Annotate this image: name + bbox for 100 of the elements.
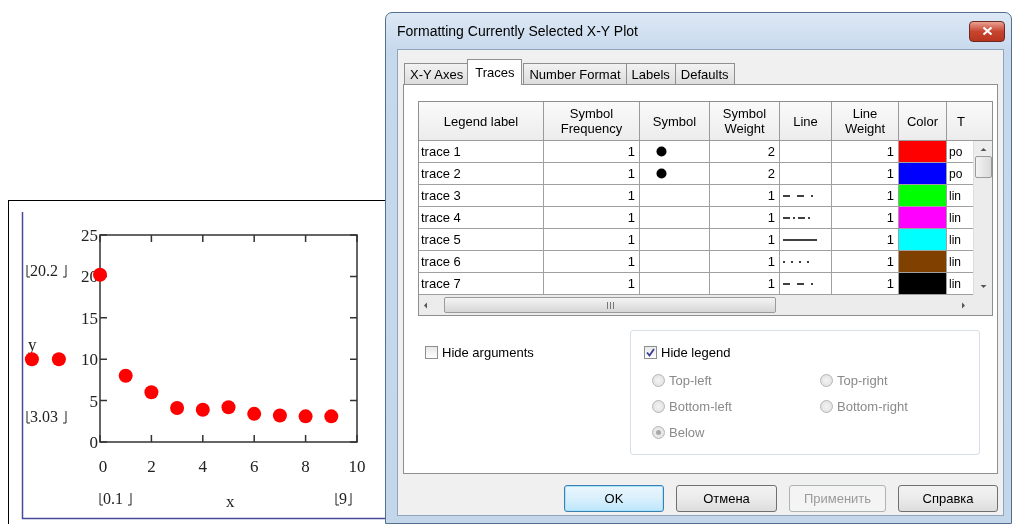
table-cell: 1: [544, 229, 640, 251]
table-cell: lin: [947, 185, 973, 207]
scroll-down-icon[interactable]: [978, 282, 988, 291]
line-style-icon: [783, 280, 813, 287]
table-cell: po: [947, 163, 973, 185]
table-cell: 1: [544, 141, 640, 163]
column-header[interactable]: Color: [899, 102, 947, 141]
column-header[interactable]: Symbol: [640, 102, 710, 141]
data-point: [170, 401, 185, 416]
close-icon: [981, 26, 993, 36]
table-cell: trace 2: [419, 163, 544, 185]
color-swatch[interactable]: [899, 229, 947, 251]
table-cell: [640, 229, 710, 251]
table-cell: 1: [710, 251, 780, 273]
table-cell: lin: [947, 229, 973, 251]
data-point: [24, 352, 39, 367]
tab[interactable]: Labels: [625, 63, 676, 85]
axis-label: x: [226, 492, 235, 511]
dialog-button[interactable]: Отмена: [676, 485, 777, 512]
dialog-button[interactable]: OK: [564, 485, 664, 512]
tick-label: 15: [81, 308, 98, 328]
range-limit-label[interactable]: 0.1: [99, 490, 132, 507]
checkbox-label: Hide arguments: [442, 345, 534, 360]
data-point: [298, 409, 313, 424]
data-point: [118, 368, 133, 383]
table-cell: 1: [544, 251, 640, 273]
table-cell: lin: [947, 207, 973, 229]
tick-label: 6: [249, 457, 259, 476]
color-swatch[interactable]: [899, 141, 947, 163]
dialog-button[interactable]: Справка: [898, 485, 998, 512]
table-cell: [640, 251, 710, 273]
tick-label: 8: [301, 457, 310, 476]
color-swatch[interactable]: [899, 273, 947, 295]
scroll-left-icon[interactable]: [421, 300, 430, 310]
table-cell: 2: [710, 163, 780, 185]
range-limit-label[interactable]: 9: [335, 490, 352, 507]
data-point: [221, 400, 236, 415]
dot-icon: [656, 146, 667, 157]
table-cell: 1: [544, 207, 640, 229]
table-cell: 2: [710, 141, 780, 163]
checkbox-label: Hide legend: [661, 345, 731, 360]
table-cell: 1: [710, 207, 780, 229]
horizontal-scrollbar[interactable]: [419, 295, 973, 315]
scroll-thumb[interactable]: [444, 297, 776, 313]
column-header[interactable]: Symbol Weight: [710, 102, 780, 141]
table-cell: trace 3: [419, 185, 544, 207]
dot-icon: [656, 168, 667, 179]
table-cell: trace 5: [419, 229, 544, 251]
column-header[interactable]: Line Weight: [832, 102, 899, 141]
table-cell: 1: [544, 185, 640, 207]
line-style-icon: [783, 236, 817, 243]
tick-label: 0: [98, 457, 108, 476]
tick-label: 25: [81, 226, 98, 245]
tab[interactable]: X-Y Axes: [404, 63, 470, 85]
window-title: Formatting Currently Selected X-Y Plot: [397, 23, 638, 39]
vertical-scrollbar[interactable]: [973, 141, 992, 295]
line-style-icon: [783, 214, 813, 221]
tab[interactable]: Number Format: [523, 63, 627, 85]
color-swatch[interactable]: [899, 163, 947, 185]
table-cell: 1: [544, 163, 640, 185]
scroll-right-icon[interactable]: [959, 300, 968, 310]
color-swatch[interactable]: [899, 207, 947, 229]
data-point: [51, 352, 66, 367]
table-cell: [640, 207, 710, 229]
table-cell: 1: [710, 185, 780, 207]
scroll-up-icon[interactable]: [978, 145, 988, 154]
data-point: [144, 385, 159, 400]
table-cell: trace 6: [419, 251, 544, 273]
tick-label: 10: [348, 457, 366, 476]
radio-label: Below: [669, 425, 705, 440]
column-header[interactable]: T: [947, 102, 992, 141]
tab[interactable]: Defaults: [674, 63, 735, 85]
tick-label: 10: [81, 350, 98, 370]
checkbox[interactable]: [425, 346, 438, 359]
grip-icon: [605, 301, 615, 309]
table-cell: trace 4: [419, 207, 544, 229]
scroll-thumb[interactable]: [974, 156, 992, 178]
tab[interactable]: Traces: [467, 59, 523, 85]
radio-label: Top-left: [669, 373, 712, 388]
column-header[interactable]: Line: [780, 102, 832, 141]
table-cell: [780, 141, 832, 163]
checkbox[interactable]: [644, 346, 657, 359]
tick-label: 2: [147, 457, 156, 476]
radio-label: Bottom-right: [837, 399, 908, 414]
tick-label: 4: [198, 457, 208, 476]
data-point: [324, 409, 339, 424]
line-style-icon: [783, 192, 813, 199]
range-limit-label[interactable]: 3.03: [26, 408, 67, 425]
tick-label: 5: [89, 391, 98, 411]
column-header[interactable]: Legend label: [419, 102, 544, 141]
table-cell: lin: [947, 251, 973, 273]
radio-label: Top-right: [837, 373, 888, 388]
column-header[interactable]: Symbol Frequency: [544, 102, 640, 141]
color-swatch[interactable]: [899, 251, 947, 273]
table-cell: 1: [710, 229, 780, 251]
data-point: [272, 408, 287, 423]
color-swatch[interactable]: [899, 185, 947, 207]
range-limit-label[interactable]: 20.2: [26, 262, 67, 279]
data-point: [195, 402, 210, 417]
close-button[interactable]: [969, 20, 1005, 42]
